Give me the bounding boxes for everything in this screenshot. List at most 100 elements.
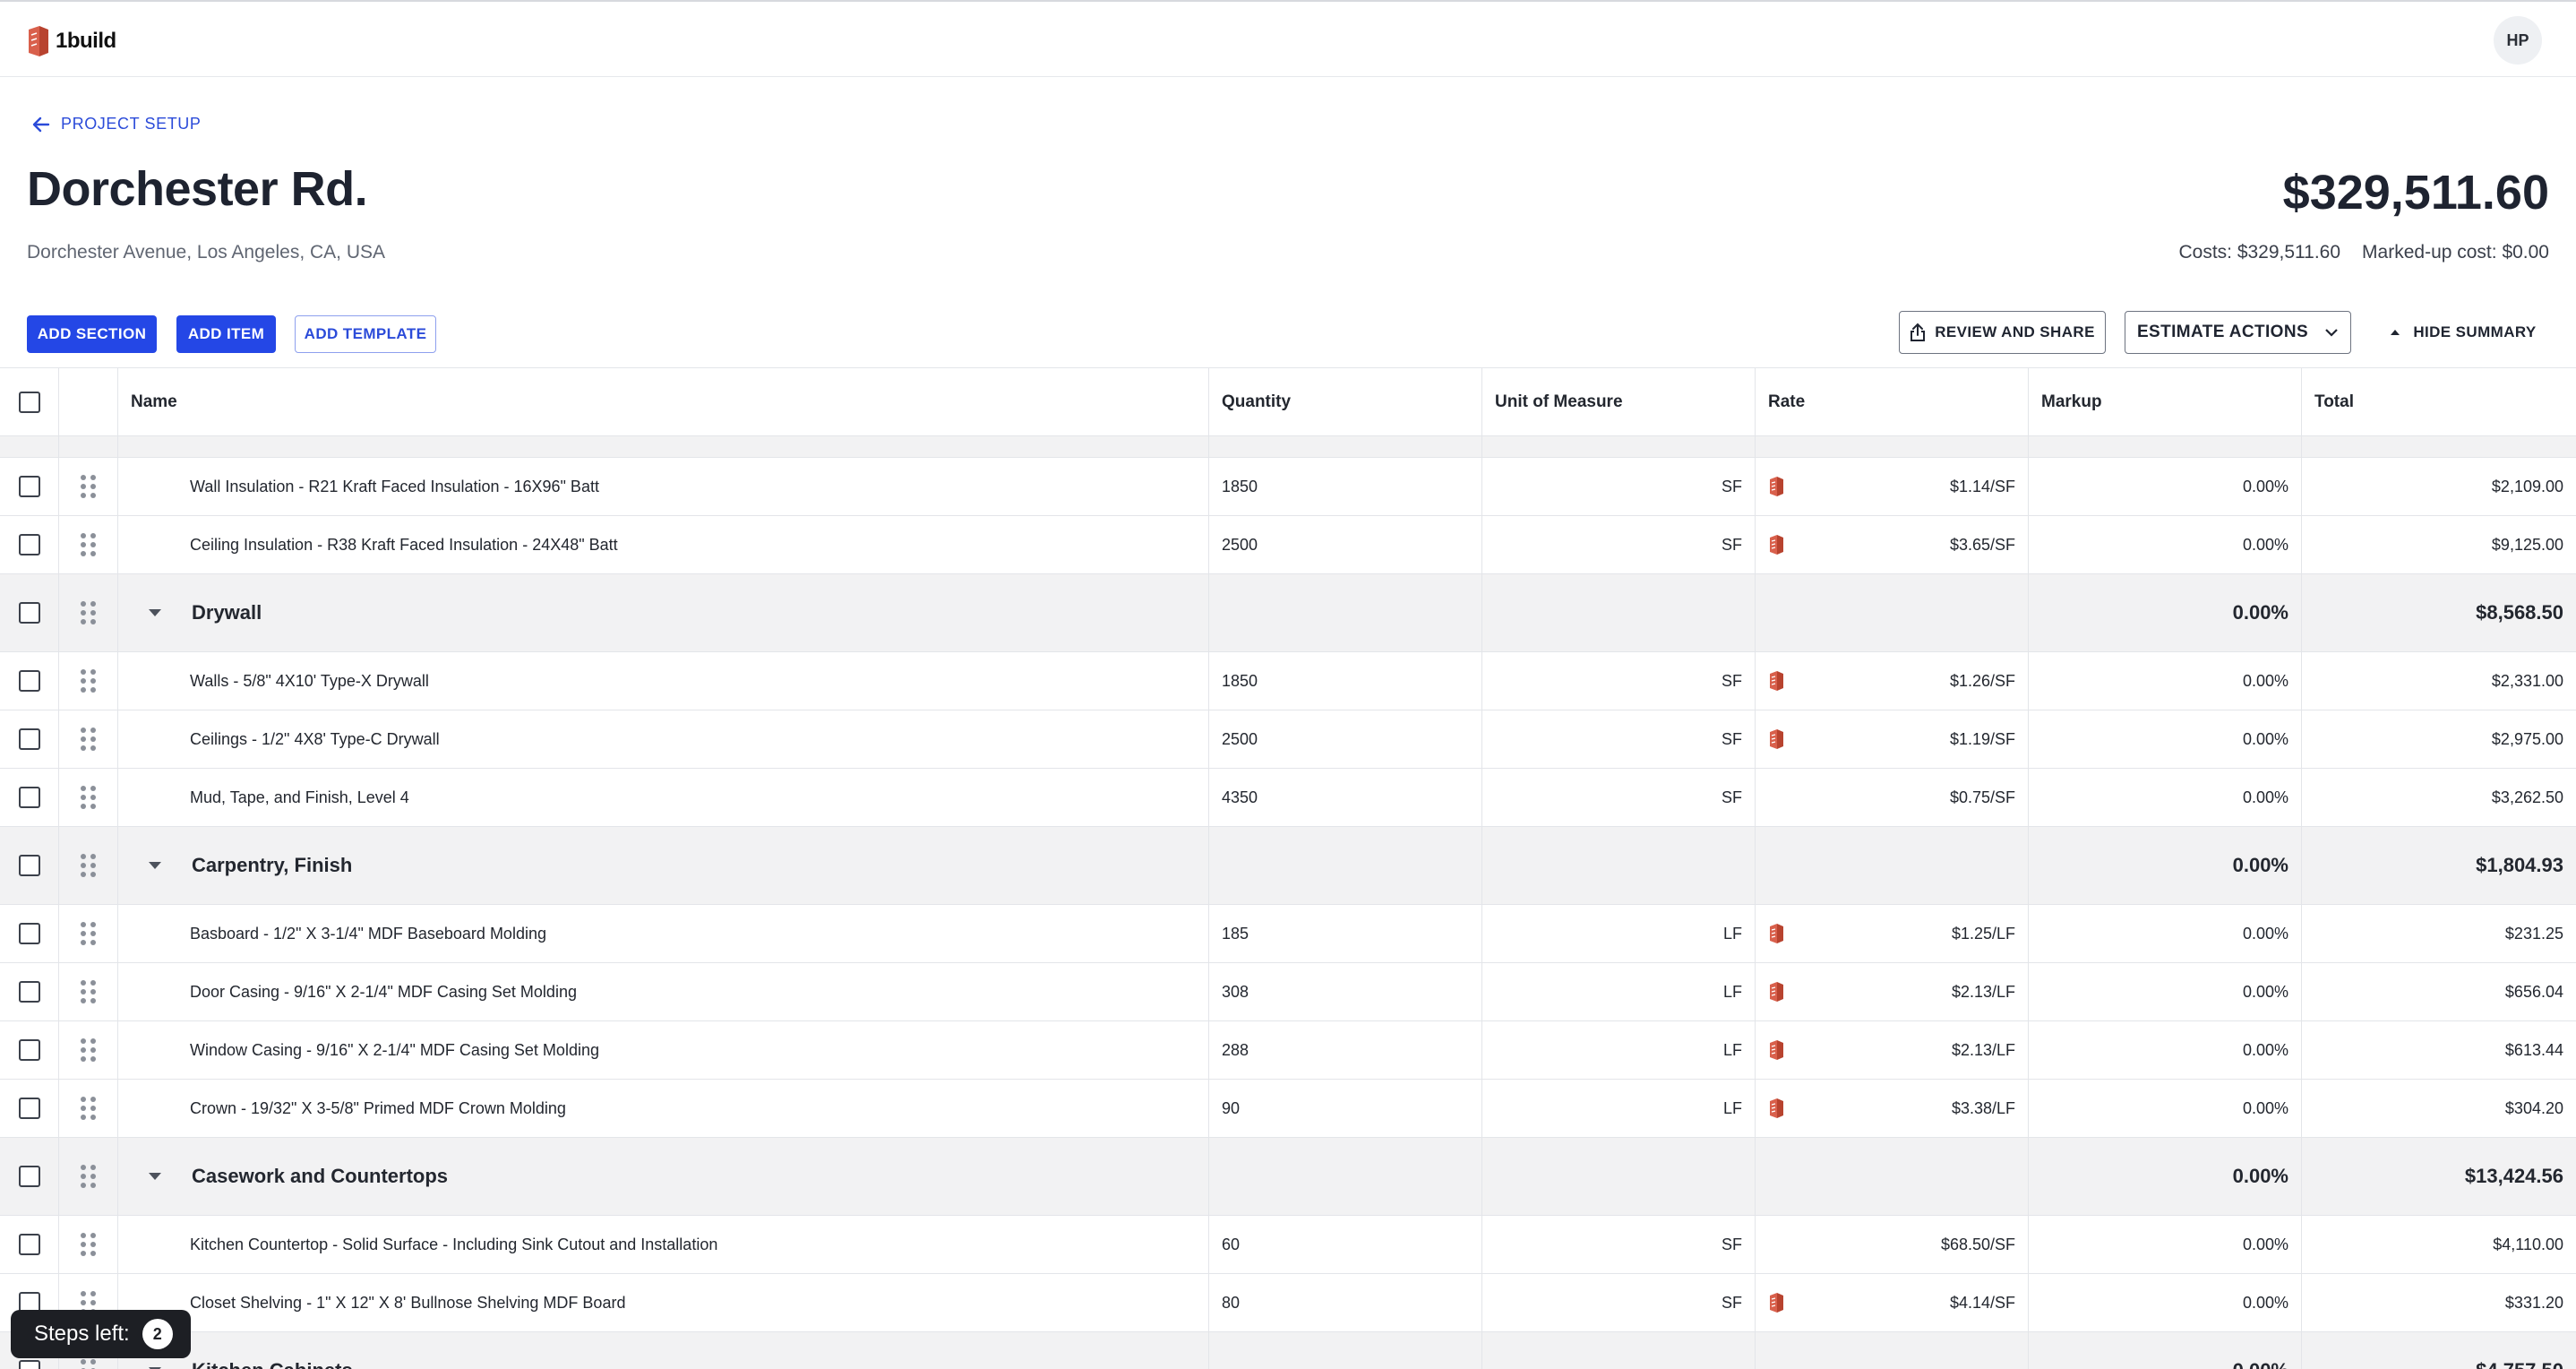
steps-left-badge[interactable]: Steps left: 2 xyxy=(11,1310,191,1358)
item-uom[interactable]: SF xyxy=(1482,458,1756,515)
section-row[interactable]: Casework and Countertops 0.00% $13,424.56 xyxy=(0,1138,2576,1216)
item-quantity[interactable]: 2500 xyxy=(1209,516,1482,573)
item-uom[interactable]: LF xyxy=(1482,905,1756,962)
item-markup[interactable]: 0.00% xyxy=(2029,1021,2302,1079)
item-rate[interactable]: $1.25/LF xyxy=(1952,925,2015,943)
item-quantity[interactable]: 308 xyxy=(1209,963,1482,1020)
avatar[interactable]: HP xyxy=(2494,16,2542,65)
row-checkbox[interactable] xyxy=(18,728,40,750)
section-row[interactable]: Carpentry, Finish 0.00% $1,804.93 xyxy=(0,827,2576,905)
item-rate[interactable]: $1.26/SF xyxy=(1950,672,2015,691)
item-name[interactable]: Window Casing - 9/16" X 2-1/4" MDF Casin… xyxy=(118,1021,1209,1079)
table-row[interactable]: Walls - 5/8" 4X10' Type-X Drywall 1850 SF $… xyxy=(0,652,2576,710)
column-header-markup[interactable]: Markup xyxy=(2029,368,2302,435)
table-row[interactable]: Wall Insulation - R21 Kraft Faced Insula… xyxy=(0,458,2576,516)
add-template-button[interactable]: ADD TEMPLATE xyxy=(295,315,436,353)
hide-summary-button[interactable]: HIDE SUMMARY xyxy=(2378,311,2548,354)
item-uom[interactable]: SF xyxy=(1482,1216,1756,1273)
item-markup[interactable]: 0.00% xyxy=(2029,710,2302,768)
item-name[interactable]: Closet Shelving - 1" X 12" X 8' Bullnose… xyxy=(118,1274,1209,1331)
item-uom[interactable]: SF xyxy=(1482,710,1756,768)
column-header-rate[interactable]: Rate xyxy=(1756,368,2029,435)
drag-handle-icon[interactable] xyxy=(81,786,96,809)
item-markup[interactable]: 0.00% xyxy=(2029,652,2302,710)
drag-handle-icon[interactable] xyxy=(81,980,96,1003)
item-name[interactable]: Mud, Tape, and Finish, Level 4 xyxy=(118,769,1209,826)
item-quantity[interactable]: 288 xyxy=(1209,1021,1482,1079)
table-row[interactable]: Crown - 19/32" X 3-5/8" Primed MDF Crown… xyxy=(0,1080,2576,1138)
table-row[interactable]: Window Casing - 9/16" X 2-1/4" MDF Casin… xyxy=(0,1021,2576,1080)
item-quantity[interactable]: 90 xyxy=(1209,1080,1482,1137)
section-name[interactable]: Casework and Countertops xyxy=(192,1165,448,1188)
item-rate[interactable]: $2.13/LF xyxy=(1952,983,2015,1002)
row-checkbox[interactable] xyxy=(18,534,40,555)
item-uom[interactable]: SF xyxy=(1482,516,1756,573)
item-markup[interactable]: 0.00% xyxy=(2029,458,2302,515)
item-markup[interactable]: 0.00% xyxy=(2029,905,2302,962)
row-checkbox[interactable] xyxy=(18,1360,40,1369)
section-name[interactable]: Kitchen Cabinets xyxy=(192,1359,353,1369)
section-row[interactable]: Drywall 0.00% $8,568.50 xyxy=(0,574,2576,652)
column-header-name[interactable]: Name xyxy=(118,368,1209,435)
row-checkbox[interactable] xyxy=(18,981,40,1003)
item-name[interactable]: Ceiling Insulation - R38 Kraft Faced Ins… xyxy=(118,516,1209,573)
item-name[interactable]: Ceilings - 1/2" 4X8' Type-C Drywall xyxy=(118,710,1209,768)
drag-handle-icon[interactable] xyxy=(81,1038,96,1062)
item-quantity[interactable]: 185 xyxy=(1209,905,1482,962)
drag-handle-icon[interactable] xyxy=(81,1359,96,1369)
item-markup[interactable]: 0.00% xyxy=(2029,516,2302,573)
drag-handle-icon[interactable] xyxy=(81,1165,96,1188)
row-checkbox[interactable] xyxy=(18,923,40,944)
row-checkbox[interactable] xyxy=(18,1234,40,1255)
column-header-quantity[interactable]: Quantity xyxy=(1209,368,1482,435)
item-rate[interactable]: $2.13/LF xyxy=(1952,1041,2015,1060)
drag-handle-icon[interactable] xyxy=(81,475,96,498)
item-name[interactable]: Wall Insulation - R21 Kraft Faced Insula… xyxy=(118,458,1209,515)
item-rate[interactable]: $3.38/LF xyxy=(1952,1099,2015,1118)
item-uom[interactable]: SF xyxy=(1482,769,1756,826)
item-uom[interactable]: SF xyxy=(1482,652,1756,710)
item-quantity[interactable]: 60 xyxy=(1209,1216,1482,1273)
select-all-checkbox[interactable] xyxy=(18,391,40,413)
section-name[interactable]: Drywall xyxy=(192,601,262,624)
table-row[interactable]: Mud, Tape, and Finish, Level 4 4350 SF $0.7… xyxy=(0,769,2576,827)
table-row[interactable]: Closet Shelving - 1" X 12" X 8' Bullnose… xyxy=(0,1274,2576,1332)
item-name[interactable]: Walls - 5/8" 4X10' Type-X Drywall xyxy=(118,652,1209,710)
item-markup[interactable]: 0.00% xyxy=(2029,769,2302,826)
table-row[interactable]: Ceilings - 1/2" 4X8' Type-C Drywall 2500 S… xyxy=(0,710,2576,769)
table-row[interactable]: Door Casing - 9/16" X 2-1/4" MDF Casing … xyxy=(0,963,2576,1021)
collapse-caret-icon[interactable] xyxy=(149,609,161,616)
item-markup[interactable]: 0.00% xyxy=(2029,1080,2302,1137)
section-name[interactable]: Carpentry, Finish xyxy=(192,854,352,877)
app-logo[interactable]: 1build xyxy=(25,22,116,61)
item-quantity[interactable]: 80 xyxy=(1209,1274,1482,1331)
drag-handle-icon[interactable] xyxy=(81,922,96,945)
add-section-button[interactable]: ADD SECTION xyxy=(27,315,157,353)
row-checkbox[interactable] xyxy=(18,787,40,808)
item-uom[interactable]: LF xyxy=(1482,1021,1756,1079)
add-item-button[interactable]: ADD ITEM xyxy=(176,315,276,353)
item-rate[interactable]: $68.50/SF xyxy=(1941,1236,2015,1254)
review-and-share-button[interactable]: REVIEW AND SHARE xyxy=(1899,311,2106,354)
item-uom[interactable]: LF xyxy=(1482,963,1756,1020)
item-rate[interactable]: $3.65/SF xyxy=(1950,536,2015,555)
item-rate[interactable]: $4.14/SF xyxy=(1950,1294,2015,1313)
column-header-uom[interactable]: Unit of Measure xyxy=(1482,368,1756,435)
section-row[interactable]: Kitchen Cabinets 0.00%$4,757.50 xyxy=(0,1332,2576,1369)
row-checkbox[interactable] xyxy=(18,855,40,876)
item-name[interactable]: Crown - 19/32" X 3-5/8" Primed MDF Crown… xyxy=(118,1080,1209,1137)
item-quantity[interactable]: 4350 xyxy=(1209,769,1482,826)
drag-handle-icon[interactable] xyxy=(81,728,96,751)
back-link[interactable]: PROJECT SETUP xyxy=(32,115,202,133)
item-name[interactable]: Basboard - 1/2" X 3-1/4" MDF Baseboard M… xyxy=(118,905,1209,962)
row-checkbox[interactable] xyxy=(18,602,40,624)
item-markup[interactable]: 0.00% xyxy=(2029,1216,2302,1273)
drag-handle-icon[interactable] xyxy=(81,669,96,693)
row-checkbox[interactable] xyxy=(18,1039,40,1061)
item-name[interactable]: Kitchen Countertop - Solid Surface - Inc… xyxy=(118,1216,1209,1273)
table-row[interactable]: Basboard - 1/2" X 3-1/4" MDF Baseboard M… xyxy=(0,905,2576,963)
drag-handle-icon[interactable] xyxy=(81,1233,96,1256)
row-checkbox[interactable] xyxy=(18,1166,40,1187)
drag-handle-icon[interactable] xyxy=(81,854,96,877)
item-name[interactable]: Door Casing - 9/16" X 2-1/4" MDF Casing … xyxy=(118,963,1209,1020)
